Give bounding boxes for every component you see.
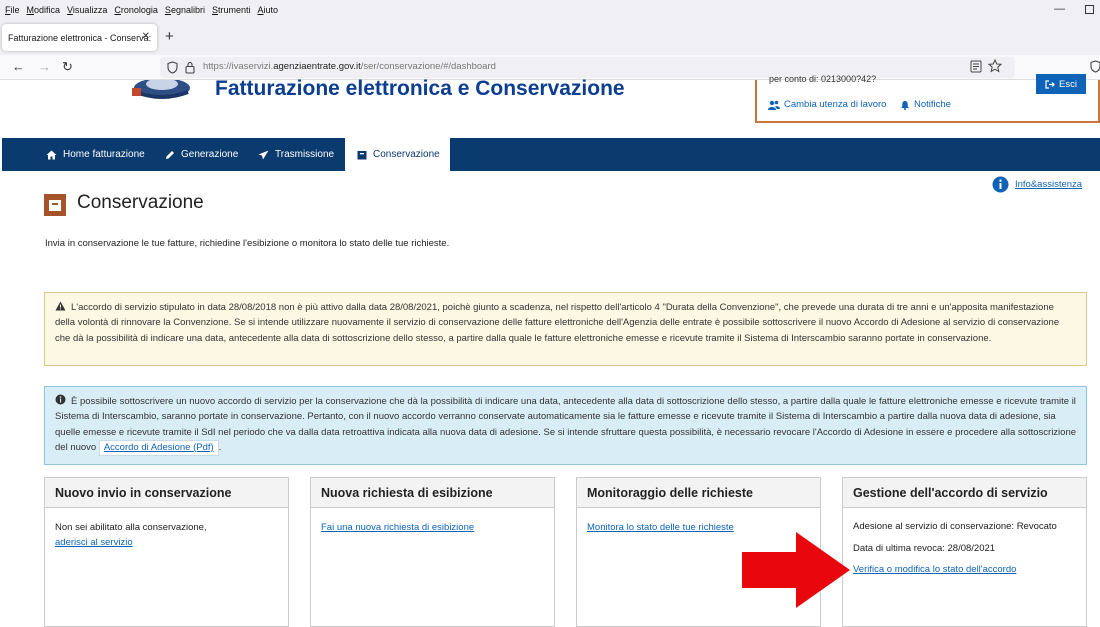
card-title: Nuovo invio in conservazione <box>45 478 288 508</box>
info-icon <box>55 394 66 405</box>
site-title: Fatturazione elettronica e Conservazione <box>215 77 625 100</box>
adesione-status: Adesione al servizio di conservazione: R… <box>853 521 1057 532</box>
monitora-richieste-link[interactable]: Monitora lo stato delle tue richieste <box>587 522 734 533</box>
new-tab-icon[interactable]: + <box>165 28 174 45</box>
user-delegation-text: per conto di: 0213000?42? <box>769 74 877 84</box>
change-user-label: Cambia utenza di lavoro <box>784 99 887 110</box>
info-circle-icon <box>992 176 1009 193</box>
pencil-icon <box>166 150 174 159</box>
menu-file[interactable]: File <box>5 5 20 15</box>
accordo-adesione-pdf-link[interactable]: Accordo di Adesione (Pdf) <box>98 439 219 456</box>
tracking-shield-icon[interactable] <box>167 61 178 74</box>
logout-icon <box>1045 79 1055 89</box>
nav-generazione[interactable]: Generazione <box>165 138 238 171</box>
menu-bar: File Modifica Visualizza Cronologia Segn… <box>0 0 1100 20</box>
card-title: Gestione dell'accordo di servizio <box>843 478 1086 508</box>
nav-trasmissione[interactable]: Trasmissione <box>258 138 334 171</box>
main-nav: Home fatturazione Generazione Trasmissio… <box>2 138 1100 171</box>
nav-generazione-label: Generazione <box>181 149 239 160</box>
archive-box-icon <box>44 194 66 216</box>
aderisci-servizio-link[interactable]: aderisci al servizio <box>55 537 133 548</box>
notifications-link[interactable]: Notifiche <box>900 99 951 110</box>
warning-alert: L'accordo di servizio stipulato in data … <box>44 292 1087 366</box>
card-title: Nuova richiesta di esibizione <box>311 478 554 508</box>
menu-cronologia[interactable]: Cronologia <box>114 5 158 15</box>
extension-shield-icon[interactable] <box>1090 60 1100 73</box>
nuova-richiesta-esibizione-link[interactable]: Fai una nuova richiesta di esibizione <box>321 522 474 533</box>
nav-home-fatturazione[interactable]: Home fatturazione <box>46 138 145 171</box>
minimize-icon[interactable]: — <box>1054 3 1065 15</box>
menu-segnalibri[interactable]: Segnalibri <box>165 5 205 15</box>
menu-visualizza[interactable]: Visualizza <box>67 5 107 15</box>
nav-conservazione-label: Conservazione <box>373 149 440 160</box>
maximize-icon[interactable] <box>1085 5 1094 14</box>
page-title: Conservazione <box>77 192 204 213</box>
close-tab-icon[interactable]: ✕ <box>142 31 150 42</box>
menu-modifica[interactable]: Modifica <box>27 5 61 15</box>
tab-title: Fatturazione elettronica - Conserva: <box>8 32 152 43</box>
card-gestione-accordo: Gestione dell'accordo di servizio Adesio… <box>842 477 1087 627</box>
red-arrow-icon <box>742 532 850 608</box>
card-text: Non sei abilitato alla conservazione, <box>55 522 207 533</box>
nav-home-label: Home fatturazione <box>63 149 145 160</box>
browser-tab[interactable]: Fatturazione elettronica - Conserva: ✕ <box>2 24 157 51</box>
verifica-accordo-link[interactable]: Verifica o modifica lo stato dell'accord… <box>853 564 1016 575</box>
url-text[interactable]: https://ivaservizi.agenziaentrate.gov.it… <box>203 61 496 72</box>
url-bar[interactable]: https://ivaservizi.agenziaentrate.gov.it… <box>160 57 1015 78</box>
nav-trasmissione-label: Trasmissione <box>275 149 335 160</box>
info-alert: È possibile sottoscrivere un nuovo accor… <box>44 386 1087 465</box>
menu-strumenti[interactable]: Strumenti <box>212 5 251 15</box>
bell-icon <box>901 100 909 110</box>
revoca-date: Data di ultima revoca: 28/08/2021 <box>853 542 996 554</box>
back-icon[interactable]: ← <box>12 59 25 74</box>
warning-triangle-icon <box>55 301 66 311</box>
forward-icon[interactable]: → <box>38 59 51 74</box>
user-panel: per conto di: 0213000?42? Esci Cambia ut… <box>755 74 1100 123</box>
notifications-label: Notifiche <box>914 99 951 110</box>
page-intro: Invia in conservazione le tue fatture, r… <box>45 238 450 249</box>
change-user-link[interactable]: Cambia utenza di lavoro <box>768 99 886 110</box>
card-title: Monitoraggio delle richieste <box>577 478 820 508</box>
logout-button[interactable]: Esci <box>1036 74 1086 94</box>
lock-icon[interactable] <box>185 61 195 74</box>
archive-icon <box>357 150 367 159</box>
warning-text: L'accordo di servizio stipulato in data … <box>55 302 1060 344</box>
menu-aiuto[interactable]: Aiuto <box>258 5 279 15</box>
info-text-end: . <box>218 441 222 453</box>
reader-view-icon[interactable] <box>970 60 982 73</box>
card-nuovo-invio: Nuovo invio in conservazione Non sei abi… <box>44 477 289 627</box>
card-nuova-richiesta: Nuova richiesta di esibizione Fai una nu… <box>310 477 555 627</box>
reload-icon[interactable]: ↻ <box>62 59 73 75</box>
bookmark-star-icon[interactable] <box>988 59 1002 73</box>
logout-label: Esci <box>1059 78 1077 90</box>
users-icon <box>768 100 780 110</box>
nav-conservazione[interactable]: Conservazione <box>345 138 450 171</box>
agency-logo <box>130 80 200 102</box>
info-assistance-label: Info&assistenza <box>1015 179 1083 190</box>
send-icon <box>258 150 269 159</box>
info-assistance-link[interactable]: Info&assistenza <box>992 176 1082 193</box>
home-icon <box>46 150 57 159</box>
